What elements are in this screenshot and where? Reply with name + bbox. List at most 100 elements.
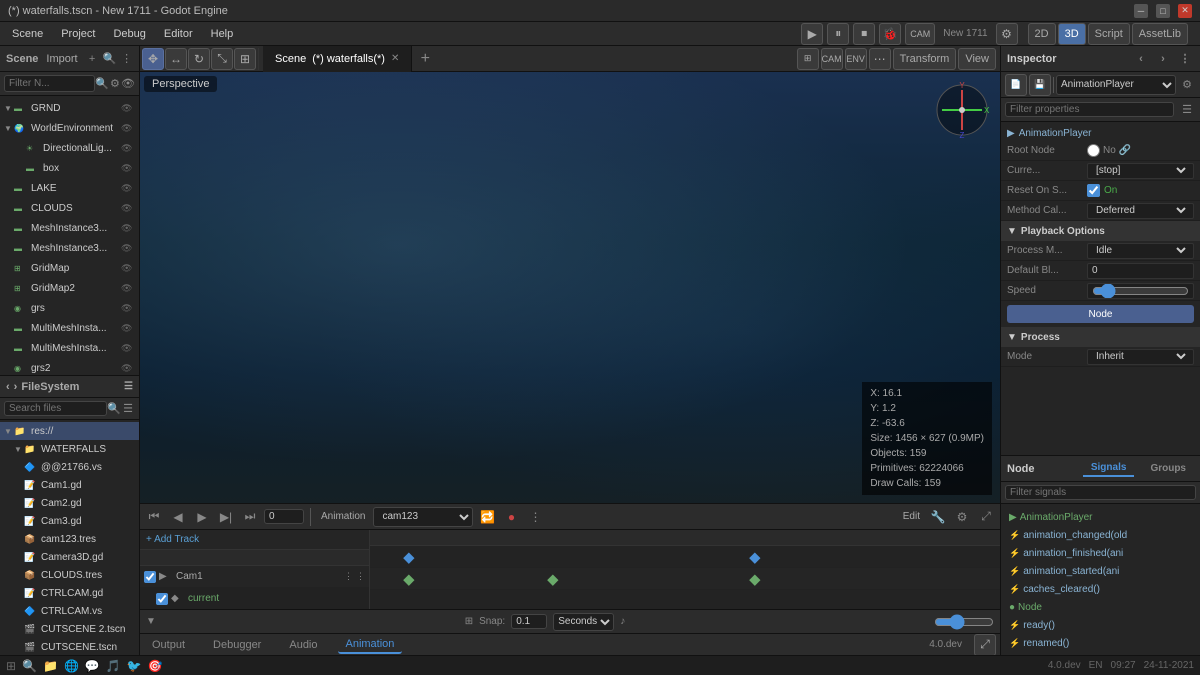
console-expand-btn[interactable]: ⤢ <box>974 634 996 656</box>
inspector-settings-btn[interactable]: ⚙ <box>1178 76 1196 94</box>
scene-settings-icon[interactable]: ⚙ <box>109 75 121 93</box>
tl-prev-btn[interactable]: ◀ <box>168 507 188 527</box>
minimize-btn[interactable]: ─ <box>1134 4 1148 18</box>
settings-btn[interactable]: ⚙ <box>996 23 1018 45</box>
tree-item[interactable]: ⊞GridMap2👁 <box>0 278 139 298</box>
prop-speed-value[interactable] <box>1087 283 1194 299</box>
tl-goto-end-btn[interactable]: ⏭ <box>240 507 260 527</box>
anim-edit-btn[interactable]: 🔧 <box>928 507 948 527</box>
process-select[interactable]: Idle <box>1092 244 1189 257</box>
anim-expand-btn[interactable]: ⤢ <box>976 507 996 527</box>
mode-3d[interactable]: 3D <box>1058 23 1086 45</box>
close-btn[interactable]: ✕ <box>1178 4 1192 18</box>
tab-add-btn[interactable]: + <box>412 46 438 72</box>
snap-btn[interactable]: ⊞ <box>797 48 819 70</box>
tree-item[interactable]: ▬MeshInstance3...👁 <box>0 238 139 258</box>
fs-item[interactable]: 🎬CUTSCENE 2.tscn <box>0 620 139 638</box>
prop-method-value[interactable]: Deferred <box>1087 203 1194 219</box>
debug-btn[interactable]: 🐞 <box>879 23 901 45</box>
rotate-tool-btn[interactable]: ↻ <box>188 48 210 70</box>
console-tab-animation[interactable]: Animation <box>338 636 403 654</box>
fs-search-input[interactable] <box>4 401 107 416</box>
signal-animation-changed[interactable]: ⚡ animation_changed(old <box>1005 526 1196 544</box>
fs-toggle-icon[interactable]: ☰ <box>124 381 133 392</box>
transform-tool-btn[interactable]: ⊞ <box>234 48 256 70</box>
tl-goto-start-btn[interactable]: ⏮ <box>144 507 164 527</box>
mode-2d[interactable]: 2D <box>1028 23 1056 45</box>
fs-search-icon[interactable]: 🔍 <box>107 400 121 418</box>
track-cam1-more[interactable]: ⋮ <box>356 571 365 582</box>
fs-item[interactable]: 📝Cam3.gd <box>0 512 139 530</box>
inspector-search-input[interactable] <box>1005 102 1174 117</box>
inspector-more-btn[interactable]: ⋮ <box>1176 50 1194 68</box>
signal-animation-finished[interactable]: ⚡ animation_finished(ani <box>1005 544 1196 562</box>
menu-help[interactable]: Help <box>203 26 242 42</box>
inspector-node-select[interactable]: AnimationPlayer <box>1056 75 1176 95</box>
tab-groups[interactable]: Groups <box>1142 461 1194 476</box>
view-label[interactable]: View <box>958 48 996 70</box>
menu-debug[interactable]: Debug <box>105 26 153 42</box>
tree-item[interactable]: ▬MultiMeshInsta...👁 <box>0 318 139 338</box>
tree-item[interactable]: ▬MeshInstance3...👁 <box>0 218 139 238</box>
visibility-icon[interactable]: 👁 <box>121 363 135 374</box>
chevron-left-icon[interactable]: ‹ <box>6 381 10 393</box>
fs-item[interactable]: 📦CLOUDS.tres <box>0 566 139 584</box>
prop-reset-value[interactable]: On <box>1087 184 1117 197</box>
mode-script[interactable]: Script <box>1088 23 1130 45</box>
tl-next-btn[interactable]: ▶| <box>216 507 236 527</box>
current-select[interactable]: [stop] <box>1092 164 1189 177</box>
reset-checkbox[interactable] <box>1087 184 1100 197</box>
track-cam1-current-check[interactable] <box>156 593 168 605</box>
console-tab-output[interactable]: Output <box>144 637 193 653</box>
visibility-icon[interactable]: 👁 <box>121 243 135 254</box>
prop-current-value[interactable]: [stop] <box>1087 163 1194 179</box>
add-track-btn[interactable]: + Add Track <box>140 530 369 550</box>
tree-item[interactable]: ⊞GridMap👁 <box>0 258 139 278</box>
timeline-zoom-slider[interactable] <box>934 612 994 632</box>
scene-eye-icon[interactable]: 👁 <box>121 75 135 93</box>
camera-btn[interactable]: CAM <box>905 23 935 45</box>
fs-item[interactable]: 🔷CTRLCAM.vs <box>0 602 139 620</box>
signal-ready[interactable]: ⚡ ready() <box>1005 616 1196 634</box>
fs-item[interactable]: 📝Cam1.gd <box>0 476 139 494</box>
root-no-radio[interactable] <box>1087 144 1100 157</box>
method-select[interactable]: Deferred <box>1092 204 1189 217</box>
tree-item[interactable]: ▬box👁 <box>0 158 139 178</box>
tab-signals[interactable]: Signals <box>1083 460 1135 477</box>
visibility-icon[interactable]: 👁 <box>121 223 135 234</box>
visibility-icon[interactable]: 👁 <box>121 323 135 334</box>
anim-more-btn[interactable]: ⋮ <box>525 507 545 527</box>
fs-item[interactable]: 🎬CUTSCENE.tscn <box>0 638 139 655</box>
visibility-icon[interactable]: 👁 <box>121 123 135 134</box>
tree-item[interactable]: ▼🌍WorldEnvironment👁 <box>0 118 139 138</box>
anim-record-btn[interactable]: ● <box>501 507 521 527</box>
seconds-select[interactable]: Seconds <box>553 613 614 631</box>
fs-item[interactable]: ▼📁res:// <box>0 422 139 440</box>
tree-item[interactable]: ▬LAKE👁 <box>0 178 139 198</box>
inspector-history-prev[interactable]: ‹ <box>1132 50 1150 68</box>
keyframe-cam1-current-2[interactable] <box>548 574 559 585</box>
tree-item[interactable]: ◉grs👁 <box>0 298 139 318</box>
signal-animation-started[interactable]: ⚡ animation_started(ani <box>1005 562 1196 580</box>
snap-value-input[interactable] <box>511 614 547 629</box>
prop-mode-value[interactable]: Inherit <box>1087 349 1194 365</box>
visibility-icon[interactable]: 👁 <box>121 103 135 114</box>
tree-item[interactable]: ▬CLOUDS👁 <box>0 198 139 218</box>
track-cam1-check[interactable] <box>144 571 156 583</box>
playback-options-header[interactable]: ▼ Playback Options <box>1001 221 1200 241</box>
visibility-icon[interactable]: 👁 <box>121 303 135 314</box>
menu-project[interactable]: Project <box>53 26 103 42</box>
chevron-right-icon[interactable]: › <box>14 381 18 393</box>
menu-scene[interactable]: Scene <box>4 26 51 42</box>
visibility-icon[interactable]: 👁 <box>121 283 135 294</box>
fs-item[interactable]: 📝Camera3D.gd <box>0 548 139 566</box>
scale-tool-btn[interactable]: ⤡ <box>211 48 233 70</box>
process-section-header[interactable]: ▼ Process <box>1001 327 1200 347</box>
signal-renamed[interactable]: ⚡ renamed() <box>1005 634 1196 652</box>
root-link-icon[interactable]: 🔗 <box>1119 145 1131 156</box>
visibility-icon[interactable]: 👁 <box>121 263 135 274</box>
tl-time-input[interactable] <box>264 509 304 524</box>
node-filter-input[interactable] <box>1005 485 1196 500</box>
tab-close-btn[interactable]: ✕ <box>391 53 399 64</box>
perspective-label[interactable]: Perspective <box>144 76 217 92</box>
